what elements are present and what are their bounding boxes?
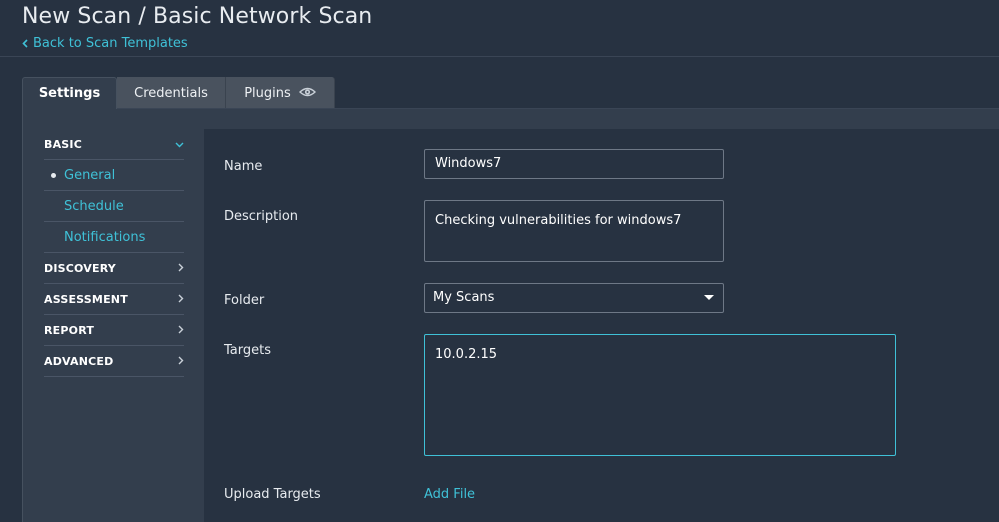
tab-settings-label: Settings <box>38 86 101 101</box>
settings-sidebar: BASIC General Schedule Notifications DIS… <box>44 129 184 377</box>
sidebar-section-basic[interactable]: BASIC <box>44 129 184 160</box>
tab-credentials[interactable]: Credentials <box>117 77 226 109</box>
description-label: Description <box>224 209 299 224</box>
chevron-right-icon <box>178 355 184 368</box>
targets-textarea[interactable]: 10.0.2.15 <box>424 334 896 456</box>
selected-dot <box>51 173 56 178</box>
chevron-down-icon <box>175 138 184 151</box>
folder-value: My Scans <box>433 290 495 305</box>
page-header: New Scan / Basic Network Scan Back to Sc… <box>0 0 999 57</box>
sidebar-section-label: ASSESSMENT <box>44 292 128 306</box>
description-value: Checking vulnerabilities for windows7 <box>435 213 682 228</box>
name-value: Windows7 <box>435 156 502 171</box>
tab-credentials-label: Credentials <box>134 85 208 101</box>
sidebar-section-label: BASIC <box>44 137 82 151</box>
sidebar-item-label: General <box>64 167 116 183</box>
sidebar-item-general[interactable]: General <box>44 160 184 191</box>
sidebar-item-notifications[interactable]: Notifications <box>44 222 184 253</box>
caret-down-icon <box>704 295 714 300</box>
sidebar-section-assessment[interactable]: ASSESSMENT <box>44 284 184 315</box>
tab-plugins[interactable]: Plugins <box>226 77 335 109</box>
tab-settings[interactable]: Settings <box>22 77 117 109</box>
targets-label: Targets <box>224 343 271 358</box>
targets-value: 10.0.2.15 <box>435 347 498 362</box>
chevron-right-icon <box>178 293 184 306</box>
description-textarea[interactable]: Checking vulnerabilities for windows7 <box>424 200 724 262</box>
chevron-right-icon <box>178 262 184 275</box>
chevron-left-icon <box>22 39 28 48</box>
sidebar-section-label: REPORT <box>44 323 95 337</box>
upload-targets-label: Upload Targets <box>224 487 321 502</box>
folder-label: Folder <box>224 293 265 308</box>
add-file-link[interactable]: Add File <box>424 487 475 502</box>
sidebar-section-label: ADVANCED <box>44 354 114 368</box>
back-to-templates-link[interactable]: Back to Scan Templates <box>22 36 188 51</box>
sidebar-item-label: Schedule <box>64 198 124 214</box>
tab-plugins-label: Plugins <box>244 85 291 101</box>
back-link-label: Back to Scan Templates <box>33 36 188 51</box>
eye-icon <box>298 86 316 101</box>
sidebar-section-report[interactable]: REPORT <box>44 315 184 346</box>
name-label: Name <box>224 159 263 174</box>
chevron-right-icon <box>178 324 184 337</box>
page-title: New Scan / Basic Network Scan <box>22 4 373 29</box>
tab-bar: Settings Credentials Plugins <box>22 77 335 109</box>
settings-panel: BASIC General Schedule Notifications DIS… <box>22 109 999 522</box>
sidebar-section-discovery[interactable]: DISCOVERY <box>44 253 184 284</box>
folder-select[interactable]: My Scans <box>424 283 724 313</box>
sidebar-section-advanced[interactable]: ADVANCED <box>44 346 184 377</box>
name-input[interactable]: Windows7 <box>424 149 724 179</box>
general-settings-form: Name Windows7 Description Checking vulne… <box>204 129 999 522</box>
sidebar-item-label: Notifications <box>64 229 146 245</box>
sidebar-item-schedule[interactable]: Schedule <box>44 191 184 222</box>
sidebar-section-label: DISCOVERY <box>44 261 116 275</box>
